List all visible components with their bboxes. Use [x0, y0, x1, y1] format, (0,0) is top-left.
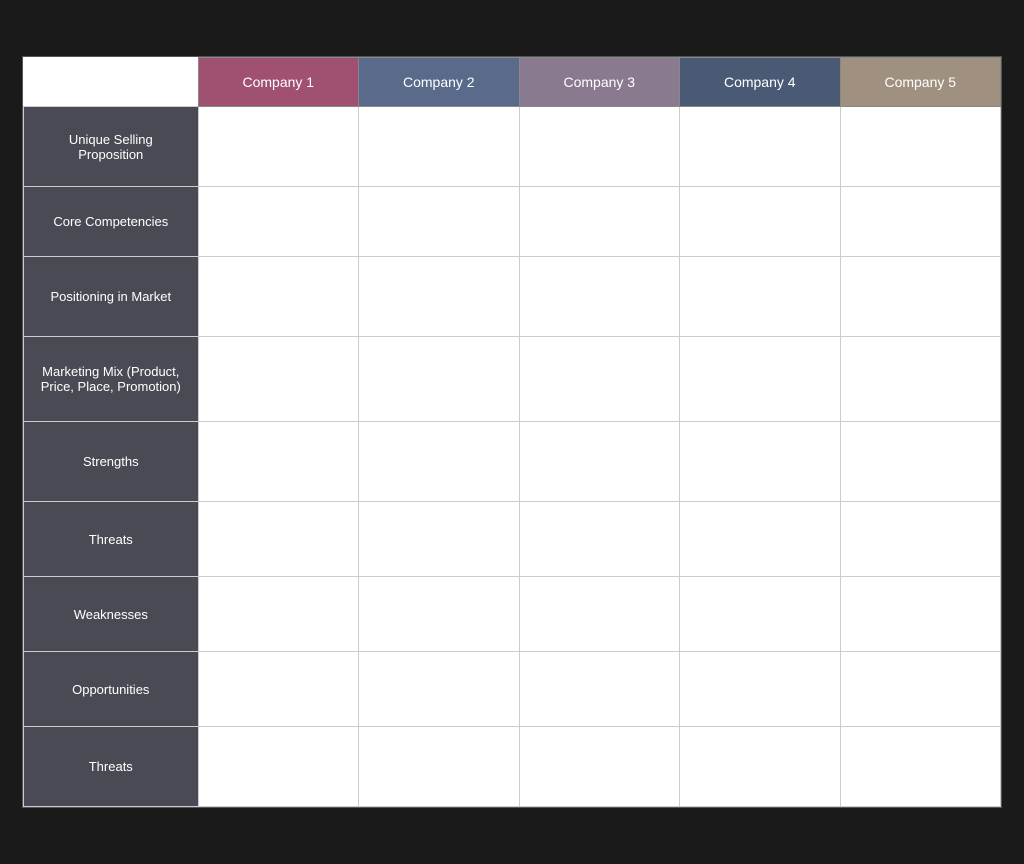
- data-cell-r1-c3[interactable]: [680, 187, 840, 257]
- data-cell-r7-c2[interactable]: [519, 652, 679, 727]
- data-cell-r5-c4[interactable]: [840, 502, 1001, 577]
- header-empty: [24, 58, 199, 107]
- data-cell-r8-c3[interactable]: [680, 727, 840, 807]
- data-cell-r0-c2[interactable]: [519, 107, 679, 187]
- data-cell-r6-c1[interactable]: [359, 577, 519, 652]
- data-cell-r3-c2[interactable]: [519, 337, 679, 422]
- data-cell-r0-c3[interactable]: [680, 107, 840, 187]
- data-cell-r8-c4[interactable]: [840, 727, 1001, 807]
- data-cell-r3-c1[interactable]: [359, 337, 519, 422]
- row-label-6: Weaknesses: [24, 577, 199, 652]
- column-header-company1: Company 1: [198, 58, 358, 107]
- table-row: Marketing Mix (Product, Price, Place, Pr…: [24, 337, 1001, 422]
- data-cell-r7-c3[interactable]: [680, 652, 840, 727]
- data-cell-r3-c0[interactable]: [198, 337, 358, 422]
- data-cell-r5-c0[interactable]: [198, 502, 358, 577]
- data-cell-r5-c3[interactable]: [680, 502, 840, 577]
- data-cell-r1-c0[interactable]: [198, 187, 358, 257]
- data-cell-r6-c0[interactable]: [198, 577, 358, 652]
- data-cell-r5-c1[interactable]: [359, 502, 519, 577]
- data-cell-r6-c4[interactable]: [840, 577, 1001, 652]
- data-cell-r2-c4[interactable]: [840, 257, 1001, 337]
- column-header-company3: Company 3: [519, 58, 679, 107]
- row-label-1: Core Competencies: [24, 187, 199, 257]
- data-cell-r2-c3[interactable]: [680, 257, 840, 337]
- table-row: Threats: [24, 502, 1001, 577]
- data-cell-r4-c1[interactable]: [359, 422, 519, 502]
- data-cell-r1-c2[interactable]: [519, 187, 679, 257]
- row-label-0: Unique Selling Proposition: [24, 107, 199, 187]
- data-cell-r1-c1[interactable]: [359, 187, 519, 257]
- data-cell-r4-c2[interactable]: [519, 422, 679, 502]
- row-label-3: Marketing Mix (Product, Price, Place, Pr…: [24, 337, 199, 422]
- data-cell-r4-c4[interactable]: [840, 422, 1001, 502]
- row-label-7: Opportunities: [24, 652, 199, 727]
- data-cell-r7-c4[interactable]: [840, 652, 1001, 727]
- data-cell-r5-c2[interactable]: [519, 502, 679, 577]
- row-label-2: Positioning in Market: [24, 257, 199, 337]
- table-row: Opportunities: [24, 652, 1001, 727]
- table-row: Threats: [24, 727, 1001, 807]
- column-header-company4: Company 4: [680, 58, 840, 107]
- data-cell-r0-c4[interactable]: [840, 107, 1001, 187]
- data-cell-r8-c2[interactable]: [519, 727, 679, 807]
- table-row: Unique Selling Proposition: [24, 107, 1001, 187]
- data-cell-r4-c3[interactable]: [680, 422, 840, 502]
- data-cell-r0-c0[interactable]: [198, 107, 358, 187]
- column-header-company5: Company 5: [840, 58, 1001, 107]
- table-row: Positioning in Market: [24, 257, 1001, 337]
- data-cell-r2-c0[interactable]: [198, 257, 358, 337]
- data-cell-r8-c1[interactable]: [359, 727, 519, 807]
- data-cell-r3-c3[interactable]: [680, 337, 840, 422]
- data-cell-r0-c1[interactable]: [359, 107, 519, 187]
- data-cell-r7-c0[interactable]: [198, 652, 358, 727]
- competitive-analysis-table: Company 1Company 2Company 3Company 4Comp…: [22, 56, 1002, 808]
- data-cell-r3-c4[interactable]: [840, 337, 1001, 422]
- table-row: Core Competencies: [24, 187, 1001, 257]
- table-row: Strengths: [24, 422, 1001, 502]
- data-cell-r8-c0[interactable]: [198, 727, 358, 807]
- table-row: Weaknesses: [24, 577, 1001, 652]
- data-cell-r7-c1[interactable]: [359, 652, 519, 727]
- data-cell-r6-c2[interactable]: [519, 577, 679, 652]
- data-cell-r2-c2[interactable]: [519, 257, 679, 337]
- row-label-8: Threats: [24, 727, 199, 807]
- data-cell-r1-c4[interactable]: [840, 187, 1001, 257]
- row-label-4: Strengths: [24, 422, 199, 502]
- data-cell-r6-c3[interactable]: [680, 577, 840, 652]
- row-label-5: Threats: [24, 502, 199, 577]
- column-header-company2: Company 2: [359, 58, 519, 107]
- data-cell-r2-c1[interactable]: [359, 257, 519, 337]
- data-cell-r4-c0[interactable]: [198, 422, 358, 502]
